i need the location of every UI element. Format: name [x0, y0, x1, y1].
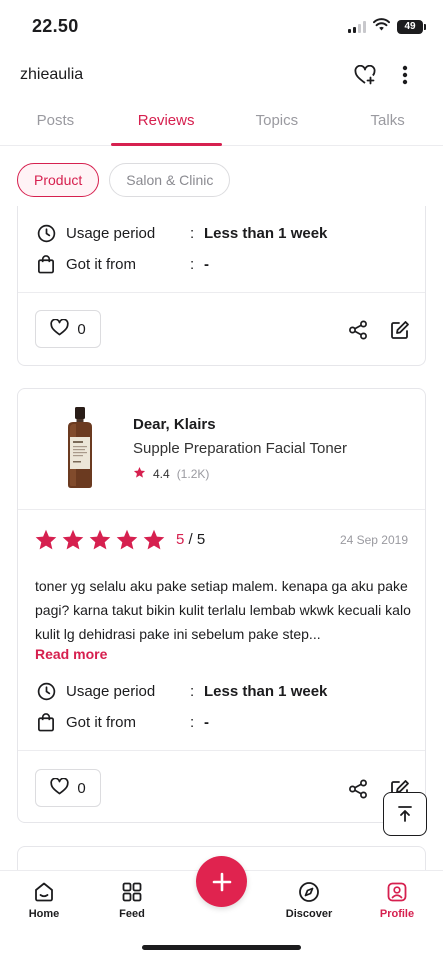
- star-icon: [62, 529, 84, 550]
- compass-icon: [296, 879, 322, 905]
- heart-icon: [50, 777, 69, 799]
- product-brand[interactable]: Dear, Klairs: [133, 416, 216, 433]
- star-icon: [116, 529, 138, 550]
- divider: [18, 292, 425, 293]
- cellular-signal-icon: [348, 21, 366, 33]
- filter-product-chip[interactable]: Product: [17, 163, 100, 197]
- divider: [18, 509, 425, 510]
- battery-indicator: 49: [397, 20, 426, 34]
- share-icon[interactable]: [346, 777, 370, 801]
- profile-tabs: Posts Reviews Topics Talks: [0, 100, 443, 146]
- review-score: 5 / 5: [176, 531, 205, 548]
- star-icon: [35, 529, 57, 550]
- status-bar: 22.50 49: [0, 0, 443, 52]
- usage-period-row: Usage period : Less than 1 week: [36, 679, 327, 703]
- heart-plus-icon[interactable]: [352, 62, 378, 88]
- review-filter-chips: Product Salon & Clinic: [17, 163, 231, 197]
- nav-profile-label: Profile: [379, 908, 415, 920]
- review-card[interactable]: Dear, Klairs Supple Preparation Facial T…: [17, 388, 426, 823]
- source-value: -: [204, 255, 209, 273]
- product-name[interactable]: Supple Preparation Facial Toner: [133, 440, 347, 457]
- shopping-bag-icon: [36, 254, 56, 274]
- nav-discover-label: Discover: [285, 908, 333, 920]
- average-rating: 4.4: [153, 467, 170, 481]
- read-more-link[interactable]: Read more: [35, 646, 107, 662]
- rating-count: (1.2K): [176, 467, 210, 481]
- review-card-previous: Usage period : Less than 1 week Got it f…: [17, 206, 426, 366]
- usage-period-row: Usage period : Less than 1 week: [36, 221, 327, 245]
- wifi-icon: [373, 18, 390, 36]
- source-row: Got it from : -: [36, 710, 209, 734]
- status-time: 22.50: [32, 16, 79, 36]
- review-date: 24 Sep 2019: [339, 533, 408, 547]
- product-image[interactable]: [64, 407, 96, 489]
- review-stars: [34, 528, 166, 552]
- more-vertical-icon[interactable]: [392, 62, 418, 88]
- like-button[interactable]: 0: [35, 769, 101, 807]
- home-icon: [31, 879, 57, 905]
- source-label: Got it from: [66, 255, 137, 273]
- heart-icon: [50, 318, 69, 340]
- tab-talks[interactable]: Talks: [332, 100, 443, 145]
- nav-home-label: Home: [28, 908, 60, 920]
- nav-feed[interactable]: Feed: [97, 879, 167, 920]
- filter-salon-clinic-chip[interactable]: Salon & Clinic: [109, 163, 231, 197]
- shopping-bag-icon: [36, 712, 56, 732]
- product-rating: 4.4 (1.2K): [133, 466, 209, 482]
- tab-reviews[interactable]: Reviews: [110, 100, 222, 146]
- colon-separator: :: [190, 682, 195, 700]
- score-value: 5: [176, 531, 185, 548]
- usage-period-label: Usage period: [66, 682, 156, 700]
- tab-posts[interactable]: Posts: [0, 100, 111, 145]
- source-label: Got it from: [66, 713, 137, 731]
- divider: [18, 750, 425, 751]
- edit-icon[interactable]: [388, 318, 412, 342]
- review-text: toner yg selalu aku pake setiap malem. k…: [35, 578, 411, 642]
- plus-icon: [212, 872, 231, 891]
- colon-separator: :: [190, 255, 195, 273]
- create-button[interactable]: [196, 856, 247, 907]
- usage-period-label: Usage period: [66, 224, 156, 242]
- like-button[interactable]: 0: [35, 310, 101, 348]
- arrow-up-icon: [398, 806, 412, 822]
- colon-separator: :: [190, 224, 195, 242]
- tab-topics[interactable]: Topics: [222, 100, 333, 145]
- status-icons: 49: [348, 18, 426, 36]
- colon-separator: :: [190, 713, 195, 731]
- star-icon: [133, 466, 146, 482]
- username: zhieaulia: [20, 66, 84, 83]
- scroll-to-top-button[interactable]: [383, 792, 427, 836]
- nav-home[interactable]: Home: [9, 879, 79, 920]
- home-indicator[interactable]: [142, 945, 301, 950]
- grid-icon: [119, 879, 145, 905]
- nav-profile[interactable]: Profile: [362, 879, 432, 920]
- score-max: / 5: [188, 531, 206, 548]
- source-value: -: [204, 713, 209, 731]
- source-row: Got it from : -: [36, 252, 209, 276]
- nav-feed-label: Feed: [119, 908, 145, 920]
- share-icon[interactable]: [346, 318, 370, 342]
- like-count: 0: [77, 779, 86, 797]
- nav-discover[interactable]: Discover: [274, 879, 344, 920]
- clock-icon: [36, 681, 56, 701]
- usage-period-value: Less than 1 week: [204, 224, 328, 242]
- clock-icon: [36, 223, 56, 243]
- usage-period-value: Less than 1 week: [204, 682, 328, 700]
- star-icon: [143, 529, 165, 550]
- star-icon: [89, 529, 111, 550]
- like-count: 0: [77, 320, 86, 338]
- profile-header: zhieaulia: [0, 58, 443, 94]
- profile-icon: [384, 879, 410, 905]
